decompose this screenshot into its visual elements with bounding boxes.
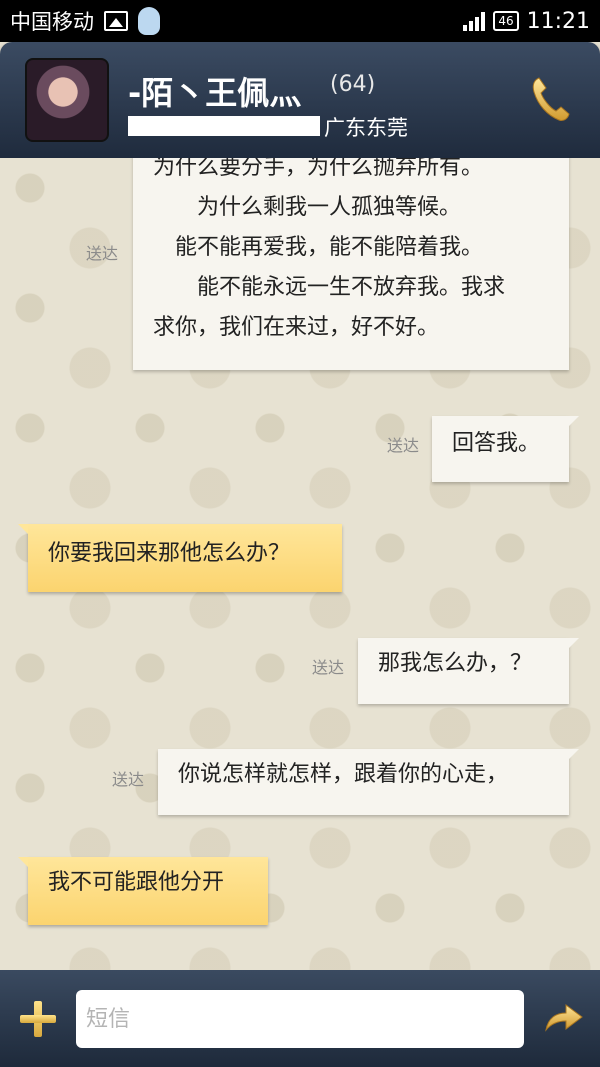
- message-line: 回答我。: [452, 431, 541, 456]
- delivered-status: 送达: [86, 244, 119, 263]
- message-line: 为什么剩我一人孤独等候。: [153, 195, 462, 220]
- outgoing-message[interactable]: 为什么要分手，为什么抛弃所有。 为什么剩我一人孤独等候。 能不能再爱我，能不能陪…: [133, 158, 569, 370]
- contact-location: 广东东莞: [324, 116, 408, 140]
- message-line: 那我怎么办，？: [378, 651, 533, 676]
- avatar[interactable]: [25, 58, 109, 142]
- contact-name[interactable]: -陌丶王佩灬: [128, 68, 301, 114]
- message-line: 我不可能跟他分开: [48, 870, 225, 895]
- message-list[interactable]: 送达 为什么要分手，为什么抛弃所有。 为什么剩我一人孤独等候。 能不能再爱我，能…: [0, 158, 600, 970]
- image-icon: [104, 11, 128, 31]
- conversation-header: -陌丶王佩灬 (64) 广东东莞: [0, 42, 600, 158]
- message-line: 你说怎样就怎样，跟着你的心走，: [178, 762, 509, 787]
- phone-icon[interactable]: [530, 76, 570, 122]
- delivered-status: 送达: [312, 658, 345, 677]
- send-arrow-icon[interactable]: [544, 1002, 584, 1034]
- signal-icon: [463, 11, 486, 31]
- plus-icon[interactable]: [20, 1001, 56, 1037]
- delivered-status: 送达: [387, 436, 420, 455]
- message-line: 你要我回来那他怎么办？: [48, 541, 291, 566]
- message-line: 为什么要分手，为什么抛弃所有。: [153, 158, 484, 180]
- network-type-badge: 46: [493, 11, 519, 31]
- message-line: 求你，我们在来过，好不好。: [153, 315, 440, 340]
- outgoing-message[interactable]: 回答我。: [432, 416, 579, 482]
- carrier-name: 中国移动: [10, 10, 94, 34]
- qq-penguin-icon: [138, 7, 160, 35]
- sms-input[interactable]: [76, 990, 524, 1048]
- outgoing-message[interactable]: 那我怎么办，？: [358, 638, 579, 704]
- message-count: (64): [330, 72, 376, 97]
- outgoing-message[interactable]: 你说怎样就怎样，跟着你的心走，: [158, 749, 579, 815]
- message-line: 能不能永远一生不放弃我。我求: [153, 275, 506, 300]
- incoming-message[interactable]: 你要我回来那他怎么办？: [18, 524, 342, 592]
- message-line: 能不能再爱我，能不能陪着我。: [153, 235, 484, 260]
- incoming-message[interactable]: 我不可能跟他分开: [18, 857, 268, 925]
- delivered-status: 送达: [112, 770, 145, 789]
- clock: 11:21: [526, 8, 590, 34]
- redacted-phone-number: [128, 116, 320, 136]
- status-bar: 中国移动 46 11:21: [0, 0, 600, 42]
